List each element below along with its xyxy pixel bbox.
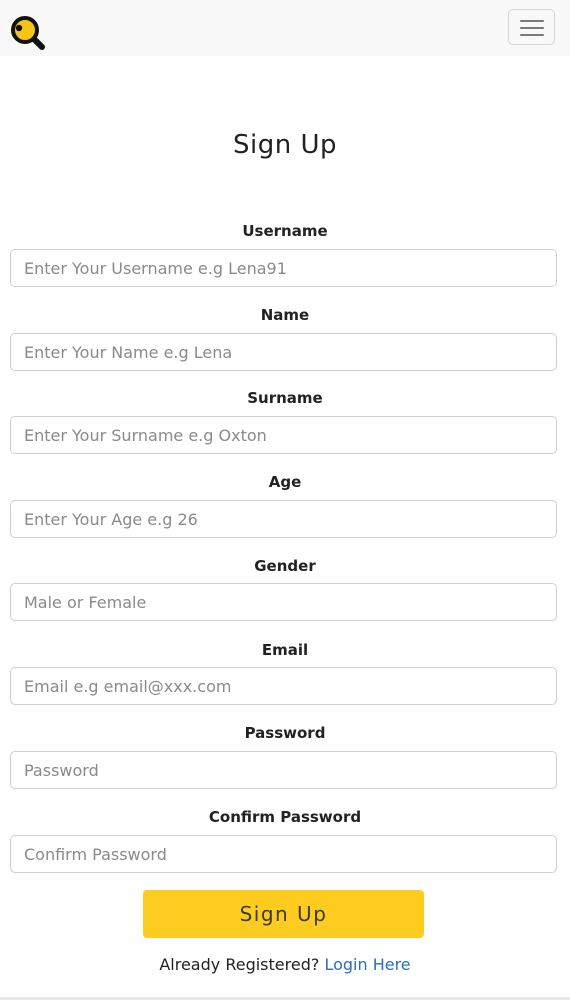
age-label: Age xyxy=(268,473,302,491)
gender-label: Gender xyxy=(254,557,316,575)
email-label: Email xyxy=(261,641,309,659)
email-input[interactable] xyxy=(10,667,557,705)
confirm-password-input[interactable] xyxy=(10,835,557,873)
hamburger-menu-button[interactable] xyxy=(508,9,555,45)
login-prompt-line: Already Registered? Login Here xyxy=(0,955,570,974)
name-label: Name xyxy=(260,306,310,324)
name-input[interactable] xyxy=(10,333,557,371)
hamburger-menu-icon-bar xyxy=(520,27,544,29)
hamburger-menu-icon xyxy=(520,20,544,22)
magnifier-icon[interactable] xyxy=(10,15,46,51)
username-input[interactable] xyxy=(10,249,557,287)
gender-input[interactable] xyxy=(10,583,557,621)
hamburger-menu-icon-bar xyxy=(520,34,544,36)
password-label: Password xyxy=(244,724,326,742)
surname-input[interactable] xyxy=(10,416,557,454)
navbar xyxy=(0,0,570,56)
already-registered-text: Already Registered? xyxy=(159,955,320,974)
surname-label: Surname xyxy=(247,389,323,407)
sign-up-button[interactable]: Sign Up xyxy=(143,890,424,938)
age-input[interactable] xyxy=(10,500,557,538)
username-label: Username xyxy=(242,222,328,240)
password-input[interactable] xyxy=(10,751,557,789)
confirm-password-label: Confirm Password xyxy=(208,808,362,826)
page-title: Sign Up xyxy=(232,130,337,160)
login-link[interactable]: Login Here xyxy=(324,955,410,974)
